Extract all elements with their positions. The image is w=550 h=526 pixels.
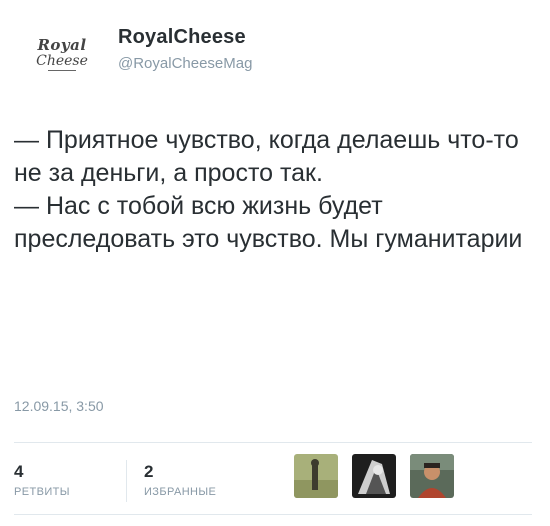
retweet-stat[interactable]: 4 РЕТВИТЫ: [14, 462, 70, 498]
avatar-logo-underline: [48, 69, 76, 71]
user-handle[interactable]: @RoyalCheeseMag: [118, 55, 252, 72]
tweet-line-2: — Нас с тобой всю жизнь будет преследова…: [14, 192, 523, 253]
retweet-label: РЕТВИТЫ: [14, 486, 70, 498]
favorite-stat[interactable]: 2 ИЗБРАННЫЕ: [144, 462, 216, 498]
user-avatar-2[interactable]: [352, 454, 396, 498]
divider-top: [14, 442, 532, 443]
tweet-stats: 4 РЕТВИТЫ 2 ИЗБРАННЫЕ: [14, 452, 534, 508]
divider-bottom: [14, 514, 532, 515]
display-name[interactable]: RoyalCheese: [118, 26, 252, 49]
tweet-text: — Приятное чувство, когда делаешь что-то…: [14, 124, 524, 256]
avatar-logo-line-1: Royal: [37, 35, 87, 54]
user-avatar-3[interactable]: [410, 454, 454, 498]
tweet-line-1: — Приятное чувство, когда делаешь что-то…: [14, 126, 519, 187]
stats-separator: [126, 460, 127, 502]
favorited-by-avatars: [294, 454, 454, 498]
avatar-logo-line-2: Cheese: [36, 52, 88, 69]
favorite-label: ИЗБРАННЫЕ: [144, 486, 217, 498]
avatar[interactable]: Royal Cheese: [30, 28, 94, 80]
tweet-card: Royal Cheese RoyalCheese @RoyalCheeseMag…: [0, 0, 550, 526]
retweet-count: 4: [14, 462, 24, 481]
tweet-timestamp[interactable]: 12.09.15, 3:50: [14, 398, 104, 414]
user-avatar-1[interactable]: [294, 454, 338, 498]
tweet-header: Royal Cheese RoyalCheese @RoyalCheeseMag: [20, 22, 530, 82]
author-names: RoyalCheese @RoyalCheeseMag: [118, 26, 252, 72]
favorite-count: 2: [144, 462, 154, 481]
